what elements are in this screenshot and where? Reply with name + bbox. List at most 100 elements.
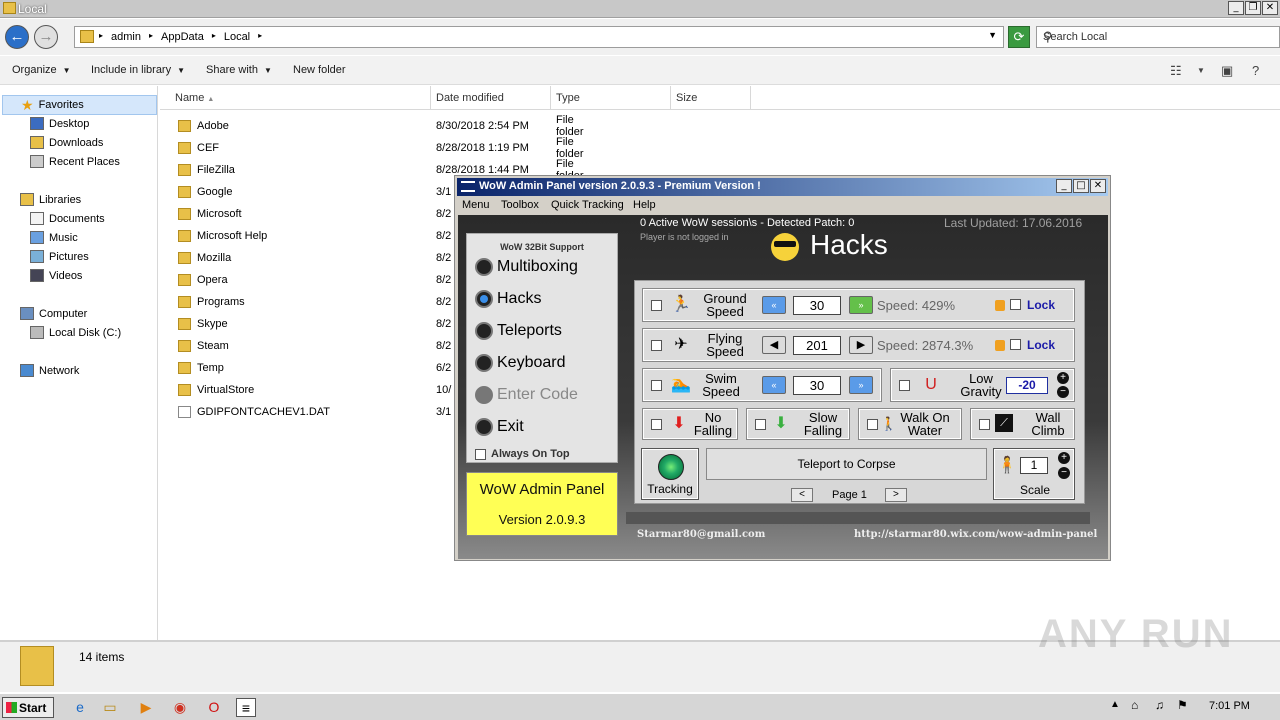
restore-button[interactable]: ❐	[1245, 1, 1261, 15]
close-button[interactable]: ✕	[1090, 179, 1106, 193]
new-folder-button[interactable]: New folder	[293, 64, 346, 76]
list-item[interactable]: Microsoft Help 8/2	[178, 226, 451, 246]
nav-recent-places[interactable]: Recent Places	[30, 155, 120, 168]
media-player-icon[interactable]: ▶	[136, 698, 156, 717]
address-field[interactable]: ▸ admin ▸ AppData ▸ Local ▸ ▼	[74, 26, 1004, 48]
nav-enter-code[interactable]: Enter Code	[475, 386, 578, 404]
flying-speed-checkbox[interactable]	[651, 340, 662, 351]
chrome-icon[interactable]: ◉	[170, 698, 190, 717]
slow-falling-checkbox[interactable]	[755, 419, 766, 430]
opera-icon[interactable]: O	[204, 698, 224, 717]
nav-teleports[interactable]: Teleports	[475, 322, 562, 340]
prev-page-button[interactable]: <	[791, 488, 813, 502]
menu-toolbox[interactable]: Toolbox	[501, 199, 539, 211]
swim-speed-increase-button[interactable]: »	[849, 376, 873, 394]
search-input[interactable]: Search Local ⚲	[1036, 26, 1280, 48]
breadcrumb-admin[interactable]: admin	[111, 31, 141, 43]
start-button[interactable]: Start	[2, 697, 54, 718]
list-item[interactable]: Adobe 8/30/2018 2:54 PM File folder	[178, 114, 584, 138]
breadcrumb-appdata[interactable]: AppData	[161, 31, 204, 43]
nav-hacks[interactable]: Hacks	[475, 290, 541, 308]
gravity-increase-button[interactable]: +	[1057, 372, 1069, 384]
menu-help[interactable]: Help	[633, 199, 656, 211]
wall-climb-checkbox[interactable]	[979, 419, 990, 430]
list-item[interactable]: Temp 6/2	[178, 358, 451, 378]
minimize-button[interactable]: _	[1056, 179, 1072, 193]
nav-desktop[interactable]: Desktop	[30, 117, 89, 130]
scale-increase-button[interactable]: +	[1058, 452, 1070, 464]
organize-button[interactable]: Organize ▼	[12, 64, 71, 76]
preview-pane-icon[interactable]: ▣	[1221, 63, 1233, 79]
menu-quick-tracking[interactable]: Quick Tracking	[551, 199, 624, 211]
ground-speed-input[interactable]: 30	[793, 296, 841, 315]
include-in-library-button[interactable]: Include in library ▼	[91, 64, 185, 76]
author-url[interactable]: http://starmar80.wix.com/wow-admin-panel	[854, 529, 1097, 540]
swim-speed-input[interactable]: 30	[793, 376, 841, 395]
nav-downloads[interactable]: Downloads	[30, 136, 103, 149]
chevron-down-icon[interactable]: ▼	[988, 30, 997, 40]
action-center-flag-icon[interactable]: ⚑	[1177, 698, 1188, 712]
swim-speed-decrease-button[interactable]: «	[762, 376, 786, 394]
search-icon[interactable]: ⚲	[1043, 29, 1276, 45]
flying-speed-input[interactable]: 201	[793, 336, 841, 355]
list-item[interactable]: Steam 8/2	[178, 336, 451, 356]
list-item[interactable]: Microsoft 8/2	[178, 204, 451, 224]
file-explorer-icon[interactable]: ▭	[100, 698, 120, 717]
tracking-button[interactable]: Tracking	[641, 448, 699, 500]
nav-network[interactable]: Network	[20, 364, 79, 377]
maximize-button[interactable]: □	[1073, 179, 1089, 193]
flying-lock-checkbox[interactable]	[1010, 339, 1021, 350]
view-options-icon[interactable]: ☷	[1170, 63, 1182, 79]
column-name[interactable]: Name ▲	[160, 86, 431, 110]
walk-on-water-checkbox[interactable]	[867, 419, 878, 430]
nav-favorites[interactable]: ★ Favorites	[2, 95, 157, 115]
breadcrumb-local[interactable]: Local	[224, 31, 250, 43]
gravity-input[interactable]: -20	[1006, 377, 1048, 394]
volume-icon[interactable]: ♫	[1155, 698, 1164, 712]
clock[interactable]: 7:01 PM	[1209, 700, 1250, 712]
nav-computer[interactable]: Computer	[20, 307, 87, 320]
list-item[interactable]: Mozilla 8/2	[178, 248, 451, 268]
list-item[interactable]: GDIPFONTCACHEV1.DAT 3/1	[178, 402, 451, 422]
nav-multiboxing[interactable]: Multiboxing	[475, 258, 578, 276]
ground-speed-increase-button[interactable]: »	[849, 296, 873, 314]
nav-documents[interactable]: Documents	[30, 212, 105, 225]
refresh-button[interactable]: ⟳	[1008, 26, 1030, 48]
wow-admin-panel-taskbar-icon[interactable]: ≡	[236, 698, 256, 717]
share-with-button[interactable]: Share with ▼	[206, 64, 272, 76]
nav-keyboard[interactable]: Keyboard	[475, 354, 566, 372]
nav-exit[interactable]: Exit	[475, 418, 524, 436]
forward-button[interactable]: →	[34, 25, 58, 49]
next-page-button[interactable]: >	[884, 488, 907, 502]
column-size[interactable]: Size	[671, 86, 751, 110]
ground-speed-checkbox[interactable]	[651, 300, 662, 311]
network-tray-icon[interactable]: ⌂	[1131, 698, 1138, 712]
help-icon[interactable]: ?	[1252, 63, 1259, 78]
ground-speed-decrease-button[interactable]: «	[762, 296, 786, 314]
menu-menu[interactable]: Menu	[462, 199, 490, 211]
close-button[interactable]: ✕	[1262, 1, 1278, 15]
column-type[interactable]: Type	[551, 86, 671, 110]
gravity-decrease-button[interactable]: −	[1057, 386, 1069, 398]
list-item[interactable]: Opera 8/2	[178, 270, 451, 290]
always-on-top-checkbox[interactable]: Always On Top	[475, 448, 570, 460]
low-gravity-checkbox[interactable]	[899, 380, 910, 391]
flying-speed-increase-button[interactable]: ▶	[849, 336, 873, 354]
show-hidden-icons-icon[interactable]: ▲	[1110, 699, 1120, 710]
list-item[interactable]: VirtualStore 10/	[178, 380, 451, 400]
nav-videos[interactable]: Videos	[30, 269, 82, 282]
back-button[interactable]: ←	[5, 25, 29, 49]
nav-music[interactable]: Music	[30, 231, 78, 244]
list-item[interactable]: CEF 8/28/2018 1:19 PM File folder	[178, 136, 584, 160]
list-item[interactable]: Programs 8/2	[178, 292, 451, 312]
flying-speed-decrease-button[interactable]: ◀	[762, 336, 786, 354]
nav-libraries[interactable]: Libraries	[20, 193, 81, 206]
list-item[interactable]: Skype 8/2	[178, 314, 451, 334]
scale-input[interactable]: 1	[1020, 457, 1048, 474]
teleport-to-corpse-button[interactable]: Teleport to Corpse	[706, 448, 987, 480]
list-item[interactable]: FileZilla8/28/2018 1:44 PMFile folder	[178, 158, 584, 182]
column-date[interactable]: Date modified	[431, 86, 551, 110]
minimize-button[interactable]: _	[1228, 1, 1244, 15]
nav-pictures[interactable]: Pictures	[30, 250, 89, 263]
chevron-down-icon[interactable]: ▼	[1197, 66, 1205, 75]
